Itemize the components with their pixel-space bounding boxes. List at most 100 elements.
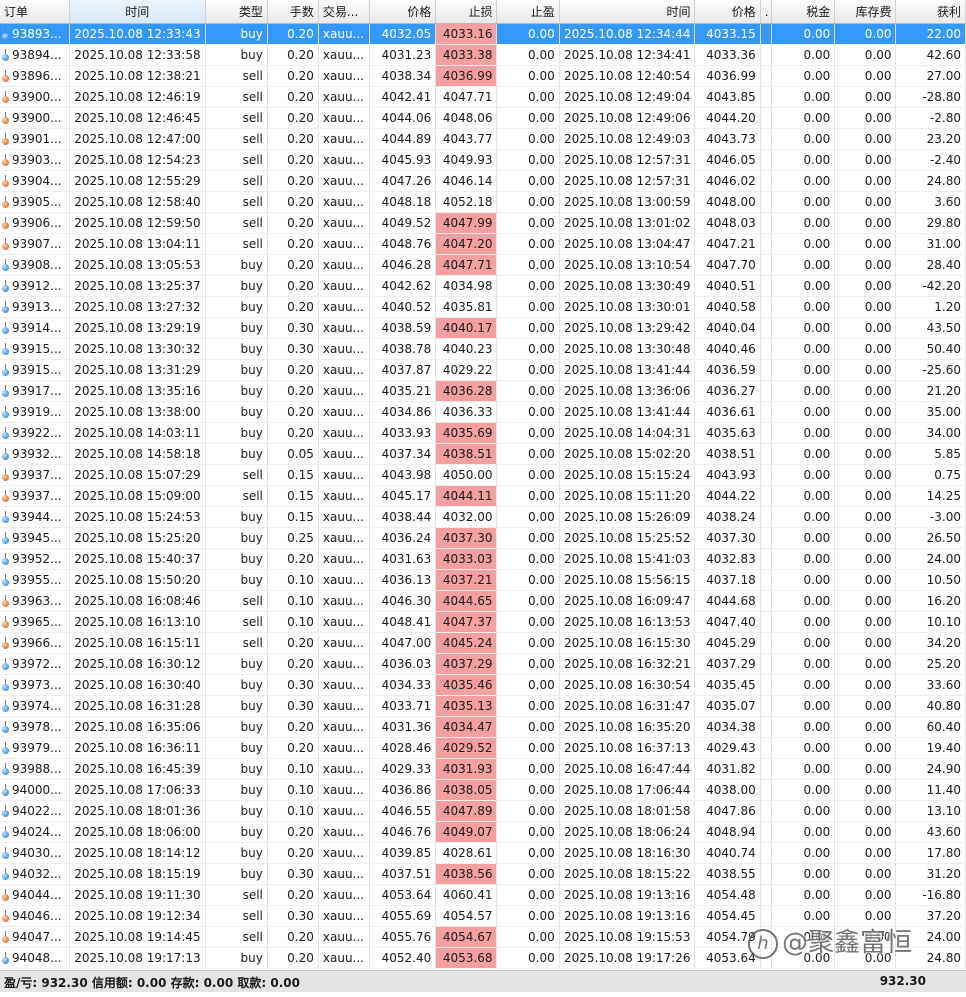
table-row[interactable]: 93932... 2025.10.08 14:58:18 buy 0.05 xauu..… — [0, 443, 966, 465]
table-row[interactable]: 94032... 2025.10.08 18:15:19 buy 0.30 xauu..… — [0, 863, 966, 885]
tax-cell: 0.00 — [771, 884, 836, 906]
table-row[interactable]: 93973... 2025.10.08 16:30:40 buy 0.30 xauu..… — [0, 674, 966, 696]
table-row[interactable]: 94024... 2025.10.08 18:06:00 buy 0.20 xauu..… — [0, 821, 966, 843]
dot-cell — [760, 695, 772, 717]
col-header-price[interactable]: 价格 — [369, 0, 437, 24]
table-row[interactable]: 93945... 2025.10.08 15:25:20 buy 0.25 xauu..… — [0, 527, 966, 549]
open-price-cell: 4043.98 — [369, 464, 437, 486]
open-price-cell: 4036.13 — [369, 569, 437, 591]
type-cell: sell — [205, 65, 268, 87]
open-time-cell: 2025.10.08 16:45:39 — [69, 758, 206, 780]
table-row[interactable]: 94022... 2025.10.08 18:01:36 buy 0.10 xauu..… — [0, 800, 966, 822]
table-row[interactable]: 93952... 2025.10.08 15:40:37 buy 0.20 xauu..… — [0, 548, 966, 570]
table-row[interactable]: 94000... 2025.10.08 17:06:33 buy 0.10 xauu..… — [0, 779, 966, 801]
sell-order-icon — [2, 175, 10, 187]
col-header-close-time[interactable]: 时间 — [559, 0, 696, 24]
order-number: 93937... — [12, 468, 62, 482]
sell-order-icon — [2, 595, 10, 607]
table-row[interactable]: 93906... 2025.10.08 12:59:50 sell 0.20 xauu.… — [0, 212, 966, 234]
table-row[interactable]: 93912... 2025.10.08 13:25:37 buy 0.20 xauu..… — [0, 275, 966, 297]
type-cell: buy — [205, 821, 268, 843]
col-header-close-price[interactable]: 价格 — [694, 0, 761, 24]
table-row[interactable]: 93894... 2025.10.08 12:33:58 buy 0.20 xauu..… — [0, 44, 966, 66]
col-header-tp[interactable]: 止盈 — [496, 0, 560, 24]
col-header-time[interactable]: 时间 — [69, 0, 206, 24]
buy-order-icon — [2, 511, 10, 523]
type-cell: sell — [205, 905, 268, 927]
swap-cell: 0.00 — [834, 737, 897, 759]
table-row[interactable]: 93903... 2025.10.08 12:54:23 sell 0.20 xauu.… — [0, 149, 966, 171]
type-cell: sell — [205, 926, 268, 948]
close-time-cell: 2025.10.08 16:15:30 — [559, 632, 696, 654]
open-time-cell: 2025.10.08 15:40:37 — [69, 548, 206, 570]
open-price-cell: 4046.28 — [369, 254, 437, 276]
table-row[interactable]: 93914... 2025.10.08 13:29:19 buy 0.30 xauu..… — [0, 317, 966, 339]
table-row[interactable]: 93972... 2025.10.08 16:30:12 buy 0.20 xauu..… — [0, 653, 966, 675]
table-row[interactable]: 93915... 2025.10.08 13:31:29 buy 0.20 xauu..… — [0, 359, 966, 381]
dot-cell — [760, 758, 772, 780]
col-header-volume[interactable]: 手数 — [267, 0, 319, 24]
profit-cell: 60.40 — [895, 716, 966, 738]
col-header-symbol[interactable]: 交易... — [318, 0, 370, 24]
table-row[interactable]: 93944... 2025.10.08 15:24:53 buy 0.15 xauu..… — [0, 506, 966, 528]
table-row[interactable]: 93955... 2025.10.08 15:50:20 buy 0.10 xauu..… — [0, 569, 966, 591]
sell-order-icon — [2, 238, 10, 250]
table-row[interactable]: 93905... 2025.10.08 12:58:40 sell 0.20 xauu.… — [0, 191, 966, 213]
table-row[interactable]: 93922... 2025.10.08 14:03:11 buy 0.20 xauu..… — [0, 422, 966, 444]
close-price-cell: 4040.74 — [694, 842, 761, 864]
open-time-cell: 2025.10.08 15:24:53 — [69, 506, 206, 528]
table-row[interactable]: 94044... 2025.10.08 19:11:30 sell 0.20 xauu.… — [0, 884, 966, 906]
col-header-tax[interactable]: 税金 — [771, 0, 836, 24]
close-price-cell: 4043.93 — [694, 464, 761, 486]
table-row[interactable]: 93907... 2025.10.08 13:04:11 sell 0.20 xauu.… — [0, 233, 966, 255]
table-row[interactable]: 93937... 2025.10.08 15:07:29 sell 0.15 xauu.… — [0, 464, 966, 486]
table-row[interactable]: 93901... 2025.10.08 12:47:00 sell 0.20 xauu.… — [0, 128, 966, 150]
profit-cell: 13.10 — [895, 800, 966, 822]
order-cell: 94000... — [0, 779, 70, 801]
table-row[interactable]: 93979... 2025.10.08 16:36:11 buy 0.20 xauu..… — [0, 737, 966, 759]
table-row[interactable]: 93963... 2025.10.08 16:08:46 sell 0.10 xauu.… — [0, 590, 966, 612]
col-header-dot[interactable]: . — [760, 0, 772, 24]
table-row[interactable]: 93900... 2025.10.08 12:46:45 sell 0.20 xauu.… — [0, 107, 966, 129]
col-header-profit[interactable]: 获利 — [895, 0, 966, 24]
close-time-cell: 2025.10.08 19:13:16 — [559, 905, 696, 927]
volume-cell: 0.20 — [267, 842, 319, 864]
table-row[interactable]: 93915... 2025.10.08 13:30:32 buy 0.30 xauu..… — [0, 338, 966, 360]
dot-cell — [760, 485, 772, 507]
table-row[interactable]: 93900... 2025.10.08 12:46:19 sell 0.20 xauu.… — [0, 86, 966, 108]
col-header-order[interactable]: 订单 — [0, 0, 70, 24]
col-header-swap[interactable]: 库存费 — [834, 0, 897, 24]
table-row[interactable]: 93965... 2025.10.08 16:13:10 sell 0.10 xauu.… — [0, 611, 966, 633]
table-row[interactable]: 93988... 2025.10.08 16:45:39 buy 0.10 xauu..… — [0, 758, 966, 780]
volume-cell: 0.20 — [267, 716, 319, 738]
col-header-sl[interactable]: 止损 — [435, 0, 498, 24]
swap-cell: 0.00 — [834, 485, 897, 507]
swap-cell: 0.00 — [834, 548, 897, 570]
table-row[interactable]: 93904... 2025.10.08 12:55:29 sell 0.20 xauu.… — [0, 170, 966, 192]
symbol-cell: xauu... — [318, 653, 370, 675]
symbol-cell: xauu... — [318, 884, 370, 906]
order-number: 93894... — [12, 48, 62, 62]
table-row[interactable]: 93917... 2025.10.08 13:35:16 buy 0.20 xauu..… — [0, 380, 966, 402]
table-row[interactable]: 93893... 2025.10.08 12:33:43 buy 0.20 xauu..… — [0, 23, 966, 45]
table-row[interactable]: 93896... 2025.10.08 12:38:21 sell 0.20 xauu.… — [0, 65, 966, 87]
table-row[interactable]: 93908... 2025.10.08 13:05:53 buy 0.20 xauu..… — [0, 254, 966, 276]
tax-cell: 0.00 — [771, 716, 836, 738]
table-row[interactable]: 93937... 2025.10.08 15:09:00 sell 0.15 xauu.… — [0, 485, 966, 507]
table-row[interactable]: 93919... 2025.10.08 13:38:00 buy 0.20 xauu..… — [0, 401, 966, 423]
table-row[interactable]: 93974... 2025.10.08 16:31:28 buy 0.30 xauu..… — [0, 695, 966, 717]
profit-cell: 5.85 — [895, 443, 966, 465]
col-header-type[interactable]: 类型 — [205, 0, 268, 24]
dot-cell — [760, 611, 772, 633]
profit-cell: 25.20 — [895, 653, 966, 675]
table-row[interactable]: 94030... 2025.10.08 18:14:12 buy 0.20 xauu..… — [0, 842, 966, 864]
dot-cell — [760, 422, 772, 444]
order-number: 94024... — [12, 825, 62, 839]
table-row[interactable]: 93978... 2025.10.08 16:35:06 buy 0.20 xauu..… — [0, 716, 966, 738]
table-row[interactable]: 93913... 2025.10.08 13:27:32 buy 0.20 xauu..… — [0, 296, 966, 318]
table-row[interactable]: 93966... 2025.10.08 16:15:11 sell 0.20 xauu.… — [0, 632, 966, 654]
order-number: 93912... — [12, 279, 62, 293]
stop-loss-cell: 4035.81 — [435, 296, 498, 318]
open-time-cell: 2025.10.08 16:13:10 — [69, 611, 206, 633]
open-price-cell: 4044.89 — [369, 128, 437, 150]
